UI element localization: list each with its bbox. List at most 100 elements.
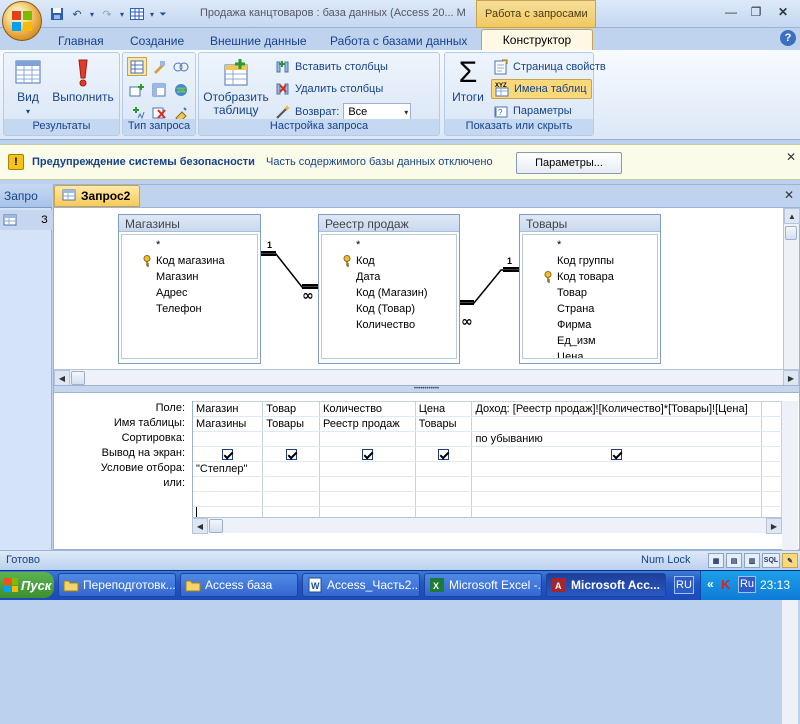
grid-cell-field[interactable]: Доход: [Реестр продаж]![Количество]*[Тов… [471,401,763,417]
security-options-button[interactable]: Параметры... [516,152,622,174]
show-checkbox[interactable] [222,448,234,460]
field-item-key[interactable]: Код магазина [126,253,253,269]
grid-cell-table[interactable]: Реестр продаж [319,416,416,432]
scroll-right-icon[interactable]: ▶ [766,518,782,534]
grid-cell-empty[interactable] [761,416,782,432]
crosstab-query-icon[interactable] [149,80,169,99]
grid-cell-empty[interactable] [761,431,782,447]
language-indicator[interactable]: RU [674,576,694,594]
grid-cell-empty[interactable] [319,491,416,507]
table-box-title[interactable]: Реестр продаж [319,215,459,232]
field-item[interactable]: Количество [326,317,452,333]
view-button[interactable]: Вид ▾ [10,57,46,118]
make-table-icon[interactable] [149,57,169,76]
scroll-thumb[interactable] [785,226,797,240]
customize-qat-icon[interactable]: ⏷ [158,5,168,23]
grid-cell-empty[interactable] [761,491,782,507]
start-button[interactable]: Пуск [0,572,54,598]
tray-expand-icon[interactable]: « [707,577,714,591]
design-view-button[interactable]: ✎ [782,553,798,568]
show-table-button[interactable]: Отобразить таблицу [203,57,269,117]
pass-through-icon[interactable] [171,80,191,99]
select-query-icon[interactable] [127,57,147,76]
show-checkbox[interactable] [611,448,623,460]
field-item[interactable]: Код (Товар) [326,301,452,317]
table-box-goods[interactable]: Товары * Код группы Код товара Товар Стр… [519,214,661,364]
grid-cell-field[interactable]: Цена [415,401,473,417]
tab-home[interactable]: Главная [48,31,114,51]
run-button[interactable]: Выполнить [50,57,116,104]
grid-cell-sort[interactable] [415,431,473,447]
field-item[interactable]: Страна [527,301,653,317]
undo-icon[interactable]: ↶ [68,5,86,23]
grid-cell-or[interactable] [415,476,473,492]
scroll-up-icon[interactable]: ▲ [784,208,800,224]
table-pane-vertical-scrollbar[interactable]: ▲ [783,208,800,370]
pivot-chart-view-button[interactable]: ▥ [744,553,760,568]
show-checkbox[interactable] [361,448,373,460]
grid-cell-field[interactable]: Магазин [193,401,264,417]
grid-cell-or[interactable] [193,476,264,492]
tray-language-icon[interactable]: Ru [738,576,756,593]
field-item[interactable]: * [126,237,253,253]
scroll-left-icon[interactable]: ◀ [54,370,70,386]
field-item[interactable]: Фирма [527,317,653,333]
field-item[interactable]: Телефон [126,301,253,317]
totals-button[interactable]: Σ Итоги [449,57,487,104]
scroll-thumb[interactable] [71,371,85,385]
relation-line-shops-sales[interactable] [261,253,318,288]
grid-cell-field[interactable]: Товар [262,401,320,417]
close-icon[interactable]: ✕ [772,3,794,21]
field-item[interactable]: Дата [326,269,452,285]
taskbar-item-folder-access[interactable]: Access база [180,573,298,597]
grid-cell-empty[interactable] [761,476,782,492]
grid-cell-criteria[interactable] [262,461,320,477]
grid-cell-criteria[interactable] [319,461,416,477]
grid-cell-or[interactable] [471,476,763,492]
grid-cell-sort[interactable] [193,431,264,447]
grid-cell-empty[interactable] [761,461,782,477]
taskbar-item-word-doc[interactable]: W Access_Часть2.... [302,573,420,597]
grid-horizontal-scrollbar[interactable]: ◀ ▶ [192,517,782,534]
grid-cell-sort[interactable]: по убыванию [471,431,763,447]
pivot-table-view-button[interactable]: ▤ [726,553,742,568]
tab-external-data[interactable]: Внешние данные [200,31,317,51]
field-item[interactable]: Товар [527,285,653,301]
table-box-sales-register[interactable]: Реестр продаж * Код Дата Код (Магазин) К… [318,214,460,364]
navigation-pane-header[interactable]: Запро [0,184,52,208]
nav-item-query[interactable]: З [0,210,52,230]
grid-cell-criteria[interactable]: "Степлер" [193,461,264,477]
grid-cell-or[interactable] [262,476,320,492]
delete-columns-button[interactable]: Удалить столбцы [275,81,383,97]
grid-cell-sort[interactable] [262,431,320,447]
redo-icon[interactable]: ↷ [98,5,116,23]
doc-tab-query2[interactable]: Запрос2 [54,185,140,207]
insert-columns-button[interactable]: Вставить столбцы [275,59,388,75]
scroll-left-icon[interactable]: ◀ [192,518,208,534]
scroll-right-icon[interactable]: ▶ [783,370,799,386]
field-item[interactable]: Адрес [126,285,253,301]
taskbar-item-excel[interactable]: X Microsoft Excel -... [424,573,542,597]
table-box-title[interactable]: Магазины [119,215,260,232]
append-query-icon[interactable] [127,80,147,99]
grid-cell-table[interactable] [471,416,763,432]
grid-cell-empty[interactable] [761,401,782,417]
parameters-button[interactable]: ? Параметры [493,103,572,119]
grid-cell-table[interactable]: Товары [415,416,473,432]
field-item-key[interactable]: Код товара [527,269,653,285]
field-item[interactable]: Код (Магазин) [326,285,452,301]
security-close-icon[interactable]: ✕ [786,150,796,164]
doc-close-icon[interactable]: ✕ [784,188,794,202]
table-pane-horizontal-scrollbar[interactable]: ◀ ▶ [54,369,799,386]
sql-view-button[interactable]: SQL [762,553,780,568]
taskbar-item-folder-retraining[interactable]: Переподготовк... [58,573,176,597]
field-item[interactable]: * [326,237,452,253]
relation-line-goods-sales[interactable] [458,269,519,304]
table-box-shops[interactable]: Магазины * Код магазина Магазин Адрес Те… [118,214,261,364]
grid-cell-sort[interactable] [319,431,416,447]
field-item[interactable]: Код группы [527,253,653,269]
datasheet-view-icon[interactable] [128,5,146,23]
redo-dropdown-icon[interactable]: ▾ [118,5,126,23]
office-button[interactable] [2,1,42,41]
grid-cell-empty[interactable] [471,491,763,507]
